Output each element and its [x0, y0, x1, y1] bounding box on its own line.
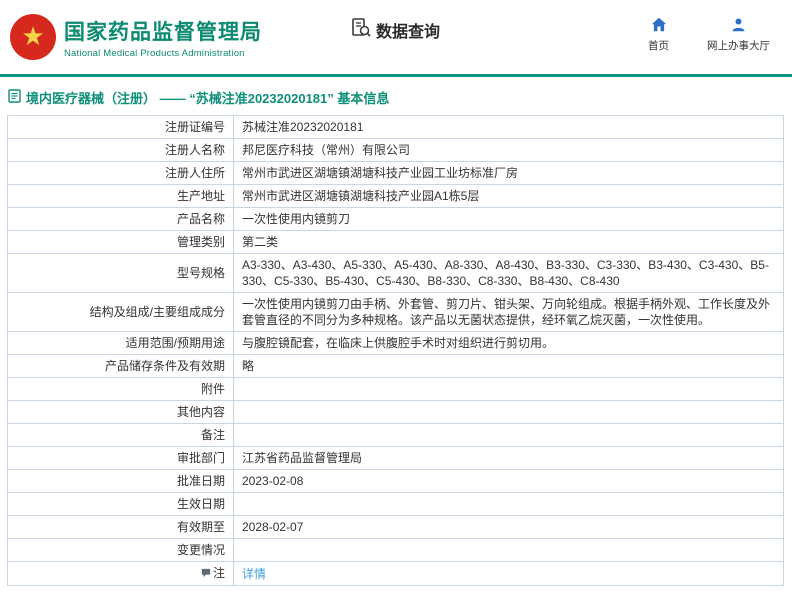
- row-value: 江苏省药品监督管理局: [233, 446, 784, 470]
- row-label: 型号规格: [7, 253, 234, 293]
- table-row: 审批部门 江苏省药品监督管理局: [7, 446, 784, 470]
- row-value: [233, 423, 784, 447]
- nav-service-hall-label: 网上办事大厅: [707, 40, 770, 52]
- row-value-note: 详情: [233, 561, 784, 586]
- table-row: 有效期至 2028-02-07: [7, 515, 784, 539]
- org-title-cn: 国家药品监督管理局: [64, 20, 262, 44]
- document-icon: [8, 89, 21, 106]
- table-row: 管理类别 第二类: [7, 230, 784, 254]
- nav-home[interactable]: 首页: [648, 17, 669, 53]
- row-value: [233, 492, 784, 516]
- top-header: ★ 国家药品监督管理局 National Medical Products Ad…: [0, 0, 792, 74]
- table-row: 结构及组成/主要组成成分 一次性使用内镜剪刀由手柄、外套管、剪刀片、钳头架、万向…: [7, 292, 784, 332]
- emblem-star-icon: ★: [21, 21, 45, 51]
- row-label: 管理类别: [7, 230, 234, 254]
- row-label: 生产地址: [7, 184, 234, 208]
- nav-service-hall[interactable]: 网上办事大厅: [707, 17, 770, 53]
- row-label: 生效日期: [7, 492, 234, 516]
- row-value: A3-330、A3-430、A5-330、A5-430、A8-330、A8-43…: [233, 253, 784, 293]
- row-label: 产品名称: [7, 207, 234, 231]
- table-row: 注册人住所 常州市武进区湖塘镇湖塘科技产业园工业坊标准厂房: [7, 161, 784, 185]
- row-value: 略: [233, 354, 784, 378]
- row-value: [233, 538, 784, 562]
- row-label: 备注: [7, 423, 234, 447]
- brand: ★ 国家药品监督管理局 National Medical Products Ad…: [10, 14, 262, 60]
- row-label: 注册人住所: [7, 161, 234, 185]
- note-icon: [201, 566, 211, 582]
- row-value: 苏械注准20232020181: [233, 115, 784, 139]
- section-title: 数据查询: [376, 24, 441, 41]
- table-row: 其他内容: [7, 400, 784, 424]
- national-emblem-logo: ★: [10, 14, 56, 60]
- page-title: 境内医疗器械（注册） —— “苏械注准20232020181” 基本信息: [26, 91, 390, 106]
- row-label: 产品储存条件及有效期: [7, 354, 234, 378]
- note-label: 注: [212, 566, 225, 580]
- row-value: 一次性使用内镜剪刀由手柄、外套管、剪刀片、钳头架、万向轮组成。根据手柄外观、工作…: [233, 292, 784, 332]
- row-value: 一次性使用内镜剪刀: [233, 207, 784, 231]
- document-search-icon: [350, 17, 372, 44]
- table-row: 生产地址 常州市武进区湖塘镇湖塘科技产业园A1栋5层: [7, 184, 784, 208]
- row-value: 常州市武进区湖塘镇湖塘科技产业园工业坊标准厂房: [233, 161, 784, 185]
- org-title-en: National Medical Products Administration: [64, 47, 245, 59]
- row-value: 第二类: [233, 230, 784, 254]
- table-row: 注册人名称 邦尼医疗科技（常州）有限公司: [7, 138, 784, 162]
- row-label: 注册证编号: [7, 115, 234, 139]
- row-value: [233, 400, 784, 424]
- table-row: 型号规格 A3-330、A3-430、A5-330、A5-430、A8-330、…: [7, 253, 784, 293]
- row-label: 附件: [7, 377, 234, 401]
- row-label: 注册人名称: [7, 138, 234, 162]
- row-label: 批准日期: [7, 469, 234, 493]
- nav-home-label: 首页: [648, 40, 669, 52]
- row-label: 变更情况: [7, 538, 234, 562]
- row-value: [233, 377, 784, 401]
- row-value: 2023-02-08: [233, 469, 784, 493]
- row-label: 结构及组成/主要组成成分: [7, 292, 234, 332]
- row-label: 有效期至: [7, 515, 234, 539]
- table-row: 附件: [7, 377, 784, 401]
- data-query-section: 数据查询: [350, 17, 440, 44]
- table-row: 变更情况: [7, 538, 784, 562]
- table-row: 注册证编号 苏械注准20232020181: [7, 115, 784, 139]
- table-row: 适用范围/预期用途 与腹腔镜配套，在临床上供腹腔手术时对组织进行剪切用。: [7, 331, 784, 355]
- home-icon: [651, 17, 667, 35]
- top-nav: 首页 网上办事大厅: [648, 17, 778, 53]
- row-label: 适用范围/预期用途: [7, 331, 234, 355]
- table-row: 产品名称 一次性使用内镜剪刀: [7, 207, 784, 231]
- person-icon: [731, 17, 746, 35]
- breadcrumb: 境内医疗器械（注册） —— “苏械注准20232020181” 基本信息: [0, 77, 792, 115]
- table-row: 批准日期 2023-02-08: [7, 469, 784, 493]
- table-row-note: 注 详情: [7, 561, 784, 586]
- row-label: 其他内容: [7, 400, 234, 424]
- row-value: 邦尼医疗科技（常州）有限公司: [233, 138, 784, 162]
- row-value: 与腹腔镜配套，在临床上供腹腔手术时对组织进行剪切用。: [233, 331, 784, 355]
- registration-info-table: 注册证编号 苏械注准20232020181 注册人名称 邦尼医疗科技（常州）有限…: [7, 115, 784, 586]
- row-value: 常州市武进区湖塘镇湖塘科技产业园A1栋5层: [233, 184, 784, 208]
- table-row: 生效日期: [7, 492, 784, 516]
- details-link[interactable]: 详情: [242, 567, 266, 581]
- row-label: 审批部门: [7, 446, 234, 470]
- table-row: 产品储存条件及有效期 略: [7, 354, 784, 378]
- row-value: 2028-02-07: [233, 515, 784, 539]
- table-row: 备注: [7, 423, 784, 447]
- row-label-note: 注: [7, 561, 234, 586]
